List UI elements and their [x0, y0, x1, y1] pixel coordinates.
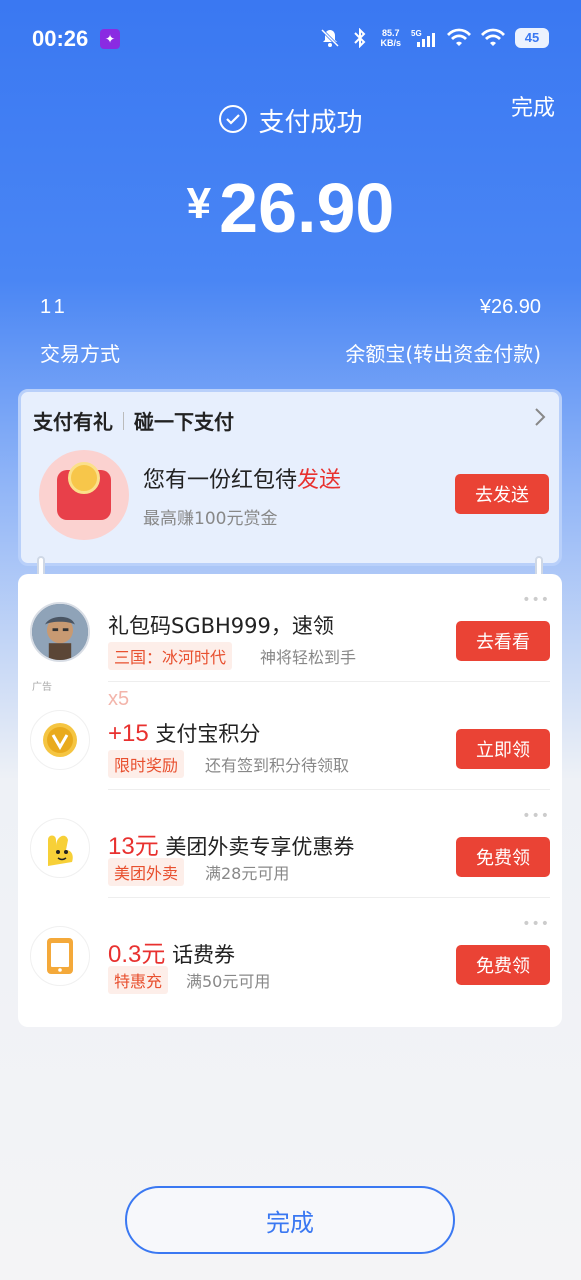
wifi-signal-icon: [481, 28, 505, 48]
claim-coupon-button[interactable]: 免费领: [456, 837, 550, 877]
info-row-method: 交易方式 余额宝(转出资金付款): [40, 338, 541, 367]
status-bar: 00:26 ✦ 85.7 KB/s 5G 45: [0, 0, 581, 76]
send-red-packet-button[interactable]: 去发送: [455, 474, 549, 514]
more-icon[interactable]: •••: [522, 916, 550, 932]
chevron-right-icon[interactable]: [533, 406, 547, 434]
list-item[interactable]: x5 +15 支付宝积分 限时奖励 还有签到积分待领取 立即领: [18, 682, 562, 790]
gift-subtitle: 碰一下支付: [134, 410, 234, 434]
meituan-mascot-icon: [30, 818, 90, 878]
gift-header: 支付有礼 碰一下支付: [33, 406, 234, 435]
item-title-text: 话费券: [172, 943, 236, 967]
battery-indicator: 45: [515, 28, 549, 48]
item-tag: 限时奖励: [108, 750, 185, 778]
done-button[interactable]: 完成: [125, 1186, 455, 1254]
wifi-icon: [447, 28, 471, 48]
item-title: 0.3元 话费券: [108, 934, 235, 969]
network-type: 5G: [411, 29, 422, 38]
divider: [123, 411, 124, 430]
gift-title: 支付有礼: [33, 410, 113, 434]
list-item[interactable]: ••• 0.3元 话费券 特惠充 满50元可用 免费领: [18, 898, 562, 1006]
status-icons: 85.7 KB/s 5G 45: [320, 28, 549, 48]
method-value: 余额宝(转出资金付款): [345, 342, 541, 366]
currency-symbol: ¥: [186, 179, 212, 228]
red-packet-icon: [39, 450, 129, 540]
more-icon[interactable]: •••: [522, 592, 550, 608]
info-right-value: ¥26.90: [479, 296, 541, 318]
list-item[interactable]: ••• 广告 礼包码SGBH999，速领 三国：冰河时代 神将轻松到手 去看看: [18, 574, 562, 693]
check-circle-icon: [218, 104, 248, 138]
app-notification-icon: ✦: [100, 29, 120, 49]
item-title: 礼包码SGBH999，速领: [108, 614, 334, 638]
net-speed-unit: KB/s: [380, 38, 401, 48]
item-desc: 神将轻松到手: [260, 648, 357, 667]
gift-offer-prefix: 您有一份红包待: [143, 468, 298, 493]
gift-offer-highlight: 发送: [297, 468, 342, 493]
amount-value: 26.90: [219, 169, 395, 247]
gift-offer-title: 您有一份红包待发送: [143, 462, 341, 494]
multiplier-badge: x5: [108, 688, 130, 710]
item-num: +15: [108, 720, 149, 747]
cellular-signal-icon: 5G: [411, 28, 437, 48]
item-title: 13元 美团外卖专享优惠券: [108, 826, 354, 861]
game-avatar-icon: [30, 602, 90, 662]
list-item[interactable]: ••• 13元 美团外卖专享优惠券 美团外卖 满28元可用 免费领: [18, 790, 562, 898]
item-num: 13元: [108, 833, 159, 860]
item-desc: 满28元可用: [205, 864, 290, 883]
bluetooth-icon: [350, 28, 370, 48]
claim-points-button[interactable]: 立即领: [456, 729, 550, 769]
more-icon[interactable]: •••: [522, 808, 550, 824]
gift-offer-desc: 最高赚100元赏金: [143, 509, 278, 529]
item-desc: 满50元可用: [186, 972, 271, 991]
item-tag: 美团外卖: [108, 858, 185, 886]
gift-card[interactable]: 支付有礼 碰一下支付 您有一份红包待发送 最高赚100元赏金 去发送: [18, 389, 562, 566]
item-title-text: 支付宝积分: [155, 722, 261, 746]
method-label: 交易方式: [40, 342, 120, 366]
phone-icon: [30, 926, 90, 986]
success-row: 支付成功: [0, 102, 581, 139]
net-speed: 85.7 KB/s: [380, 28, 401, 48]
mute-bell-icon: [320, 28, 340, 48]
info-left-value: 11: [40, 296, 69, 318]
coin-icon: [68, 462, 100, 494]
net-speed-value: 85.7: [381, 28, 400, 38]
offers-list: ••• 广告 礼包码SGBH999，速领 三国：冰河时代 神将轻松到手 去看看 …: [18, 574, 562, 1027]
view-button[interactable]: 去看看: [456, 621, 550, 661]
item-title-text: 美团外卖专享优惠券: [165, 835, 355, 859]
payment-amount: ¥26.90: [0, 168, 581, 248]
points-coin-icon: [30, 710, 90, 770]
claim-phone-coupon-button[interactable]: 免费领: [456, 945, 550, 985]
item-tag: 三国：冰河时代: [108, 642, 233, 670]
status-time: 00:26: [32, 26, 89, 51]
item-desc: 还有签到积分待领取: [205, 756, 350, 775]
success-title: 支付成功: [258, 108, 363, 138]
info-row-values: 11 ¥26.90: [40, 296, 541, 319]
item-title: +15 支付宝积分: [108, 718, 260, 748]
item-tag: 特惠充: [108, 966, 169, 994]
item-num: 0.3元: [108, 941, 166, 968]
